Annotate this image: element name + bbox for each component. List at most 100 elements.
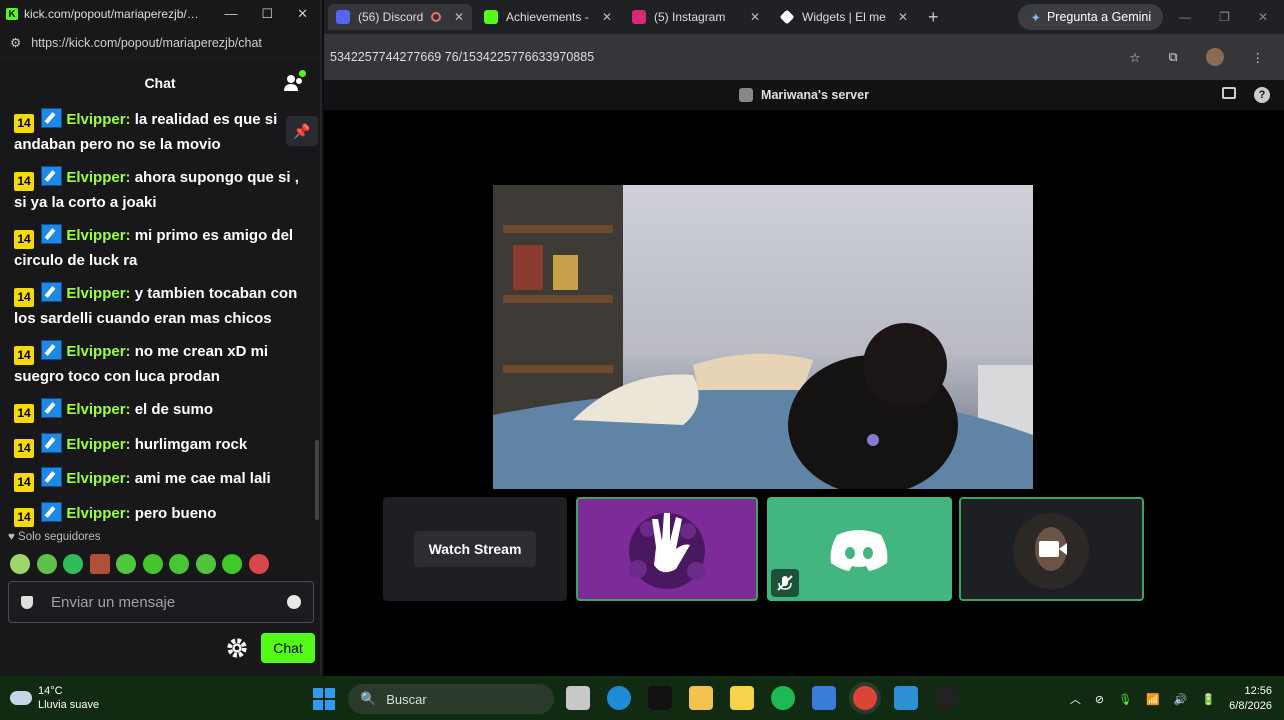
chat-username[interactable]: Elvipper — [66, 470, 125, 487]
emote-icon[interactable] — [63, 554, 83, 574]
new-tab-button[interactable]: + — [920, 7, 947, 28]
chat-message[interactable]: 14 Elvipper: y tambien tocaban con los s… — [14, 282, 306, 331]
pin-icon[interactable]: 📌 — [286, 116, 318, 146]
participant-tile-discord[interactable] — [767, 497, 952, 601]
participant-tile-camera[interactable] — [959, 497, 1144, 601]
obs-icon[interactable] — [935, 686, 959, 710]
emote-icon[interactable] — [89, 554, 110, 574]
windows-start-icon[interactable] — [313, 688, 335, 710]
chat-message[interactable]: 14 Elvipper: ami me cae mal lali — [14, 467, 306, 492]
emote-icon[interactable] — [10, 554, 30, 574]
maximize-icon[interactable]: ☐ — [261, 6, 273, 22]
close-tab-icon[interactable]: ✕ — [898, 10, 908, 24]
emote-icon[interactable] — [116, 554, 136, 574]
chat-message[interactable]: 14 Elvipper: pero bueno — [14, 501, 306, 527]
inbox-icon[interactable] — [1222, 87, 1236, 99]
sticky-notes-icon[interactable] — [730, 686, 754, 710]
close-icon[interactable]: ✕ — [1258, 10, 1268, 24]
participant-tile-avatar[interactable] — [576, 497, 758, 601]
emote-icon[interactable] — [142, 554, 163, 574]
chat-message[interactable]: 14 Elvipper: ahora supongo que si , si y… — [14, 166, 306, 215]
message-placeholder: Enviar un mensaje — [51, 593, 176, 611]
bookmark-star-icon[interactable]: ☆ — [1129, 50, 1140, 65]
online-dot — [299, 70, 306, 77]
minimize-icon[interactable]: — — [224, 6, 237, 22]
tab-instagram[interactable]: (5) Instagram ✕ — [624, 4, 768, 30]
profile-avatar[interactable] — [1205, 48, 1224, 66]
chat-scrollbar[interactable] — [315, 440, 319, 520]
edge-icon[interactable] — [607, 686, 631, 710]
tiktok-icon[interactable] — [648, 686, 672, 710]
send-chat-button[interactable]: Chat — [261, 633, 315, 663]
browser-window-controls: — ❐ ✕ — [1167, 10, 1280, 24]
network-off-icon[interactable]: ⊘ — [1095, 693, 1104, 706]
chrome-icon[interactable] — [853, 686, 877, 710]
subscriber-badge-icon: 14 — [14, 288, 34, 307]
chat-username[interactable]: Elvipper — [66, 285, 125, 302]
battery-icon[interactable]: 🔋 — [1201, 693, 1215, 706]
file-manager-icon[interactable] — [566, 686, 590, 710]
microphone-icon[interactable]: 🎙 — [1118, 693, 1132, 706]
photos-icon[interactable] — [894, 686, 918, 710]
gemini-button[interactable]: ✦ Pregunta a Gemini — [1018, 4, 1164, 30]
chat-username[interactable]: Elvipper — [66, 401, 125, 418]
volume-icon[interactable]: 🔊 — [1174, 693, 1188, 706]
taskbar-search[interactable]: 🔍 Buscar — [348, 684, 554, 714]
folder-icon[interactable] — [689, 686, 713, 710]
emote-icon[interactable] — [248, 554, 269, 574]
address-url[interactable]: 5342257744277669 76/1534225776633970885 — [330, 50, 594, 64]
address-actions: ☆ ⧉ ⋮ — [1129, 48, 1278, 66]
extensions-icon[interactable]: ⧉ — [1169, 50, 1178, 65]
chat-message[interactable]: 14 Elvipper: mi primo es amigo del circu… — [14, 224, 306, 273]
emote-icon[interactable] — [169, 554, 189, 574]
emote-icon[interactable] — [222, 554, 242, 574]
address-bar[interactable]: 5342257744277669 76/1534225776633970885 … — [324, 34, 1284, 80]
emoji-icon[interactable] — [287, 595, 301, 609]
chat-username[interactable]: Elvipper — [66, 111, 125, 128]
chat-message-list[interactable]: 14 Elvipper: la realidad es que si andab… — [0, 108, 320, 528]
message-input[interactable]: Enviar un mensaje — [8, 581, 314, 623]
chat-username[interactable]: Elvipper — [66, 227, 125, 244]
emote-icon[interactable] — [36, 554, 57, 574]
server-name: Mariwana's server — [761, 88, 869, 102]
tab-achievements[interactable]: Achievements - ✕ — [476, 4, 620, 30]
menu-dots-icon[interactable]: ⋮ — [1252, 50, 1265, 65]
chat-username[interactable]: Elvipper — [66, 436, 125, 453]
help-icon[interactable]: ? — [1254, 87, 1270, 103]
chat-message[interactable]: 14 Elvipper: no me crean xD mi suegro to… — [14, 340, 306, 389]
clock[interactable]: 12:56 6/8/2026 — [1229, 684, 1272, 714]
store-icon[interactable] — [812, 686, 836, 710]
wifi-icon[interactable]: 📶 — [1146, 693, 1160, 706]
chevron-up-icon[interactable]: ︿ — [1070, 691, 1081, 707]
gemini-label: Pregunta a Gemini — [1046, 10, 1152, 24]
emote-icon[interactable] — [195, 554, 216, 574]
popout-url[interactable]: https://kick.com/popout/mariaperezjb/cha… — [31, 36, 262, 50]
moderator-badge-icon — [41, 224, 63, 244]
main-video-stream[interactable] — [493, 185, 1033, 489]
site-settings-icon[interactable]: ⚙ — [10, 35, 21, 50]
camera-icon — [1013, 513, 1089, 589]
close-icon[interactable]: ✕ — [297, 6, 308, 22]
weather-widget[interactable]: 14°C Lluvia suave — [0, 684, 99, 712]
minimize-icon[interactable]: — — [1179, 10, 1191, 24]
gear-icon[interactable] — [226, 637, 248, 659]
chat-text: ami me cae mal lali — [134, 470, 271, 487]
shield-icon — [21, 595, 33, 609]
chat-username[interactable]: Elvipper — [66, 343, 125, 360]
close-tab-icon[interactable]: ✕ — [750, 10, 760, 24]
close-tab-icon[interactable]: ✕ — [602, 10, 612, 24]
close-tab-icon[interactable]: ✕ — [454, 10, 464, 24]
moderator-badge-icon — [41, 282, 63, 302]
tab-widgets[interactable]: Widgets | El me ✕ — [772, 4, 916, 30]
tab-discord[interactable]: (56) Discord ✕ — [328, 4, 472, 30]
chat-message[interactable]: 14 Elvipper: la realidad es que si andab… — [14, 108, 306, 157]
restore-icon[interactable]: ❐ — [1219, 10, 1230, 24]
chat-username[interactable]: Elvipper — [66, 505, 125, 522]
subscriber-badge-icon: 14 — [14, 404, 34, 423]
watch-stream-button[interactable]: Watch Stream — [413, 531, 537, 567]
chat-message[interactable]: 14 Elvipper: hurlimgam rock — [14, 432, 306, 458]
subscriber-badge-icon: 14 — [14, 473, 34, 492]
chat-username[interactable]: Elvipper — [66, 169, 125, 186]
chat-message[interactable]: 14 Elvipper: el de sumo — [14, 398, 306, 423]
spotify-icon[interactable] — [771, 686, 795, 710]
